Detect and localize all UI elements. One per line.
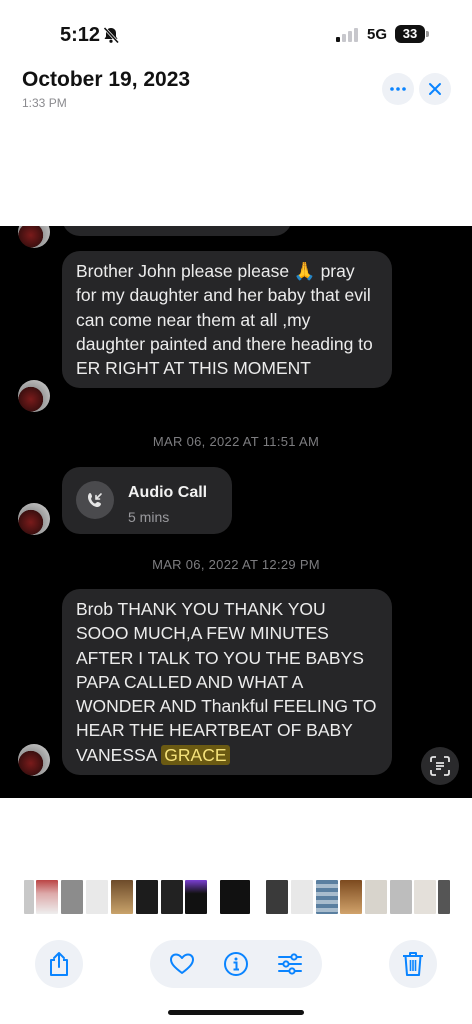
photo-actions-group [150, 940, 322, 988]
close-button[interactable] [419, 73, 451, 105]
network-label: 5G [367, 26, 388, 43]
thumbnail[interactable] [291, 880, 313, 914]
thumbnail[interactable] [438, 880, 450, 914]
info-icon[interactable] [223, 951, 249, 977]
live-text-icon [430, 756, 450, 776]
ellipsis-icon [390, 87, 406, 91]
message-text: Brob THANK YOU THANK YOU SOOO MUCH,A FEW… [76, 599, 377, 765]
message-bubble: Brother John please please 🙏 pray for my… [62, 251, 392, 389]
battery-icon: 33 [395, 25, 429, 43]
favorite-heart-icon[interactable] [169, 951, 195, 977]
close-icon [429, 83, 441, 95]
sender-avatar [18, 226, 50, 248]
thumbnail[interactable] [365, 880, 387, 914]
delete-button[interactable] [389, 940, 437, 988]
sender-avatar [18, 503, 50, 535]
audio-call-bubble: Audio Call 5 mins [62, 467, 232, 534]
battery-cap [426, 31, 429, 37]
call-icon-circle [76, 481, 114, 519]
photo-date-title: October 19, 2023 [22, 68, 191, 91]
battery-level: 33 [395, 25, 425, 43]
thumbnail[interactable] [136, 880, 158, 914]
incoming-call-icon [88, 493, 102, 507]
live-text-button[interactable] [421, 747, 459, 785]
more-options-button[interactable] [382, 73, 414, 105]
photo-viewer-screen: 5:12 5G 33 October 19, 2023 1:33 PM Brot… [0, 0, 472, 1024]
thumbnail[interactable] [24, 880, 34, 914]
home-indicator[interactable] [168, 1010, 304, 1015]
status-bar: 5:12 5G 33 [0, 0, 472, 60]
chat-timestamp: MAR 06, 2022 AT 12:29 PM [152, 557, 320, 572]
sender-avatar [18, 744, 50, 776]
call-duration: 5 mins [128, 509, 170, 525]
thumbnail[interactable] [316, 880, 338, 914]
sender-avatar [18, 380, 50, 412]
share-button[interactable] [35, 940, 83, 988]
highlighted-text[interactable]: GRACE [161, 744, 230, 765]
call-title: Audio Call [128, 484, 208, 501]
message-bubble: Brob THANK YOU THANK YOU SOOO MUCH,A FEW… [62, 589, 392, 776]
thumbnail[interactable] [86, 880, 108, 914]
status-time: 5:12 [60, 24, 101, 46]
signal-icon [336, 28, 358, 42]
thumbnail[interactable] [390, 880, 412, 914]
thumbnail[interactable] [220, 880, 250, 914]
photo-content[interactable]: Brother John please please 🙏 pray for my… [0, 226, 472, 798]
thumbnail[interactable] [266, 880, 288, 914]
previous-message-bubble-edge [62, 226, 292, 236]
adjust-sliders-icon[interactable] [277, 951, 303, 977]
thumbnail[interactable] [36, 880, 58, 914]
thumbnail[interactable] [414, 880, 436, 914]
thumbnail[interactable] [161, 880, 183, 914]
photo-time-subtitle: 1:33 PM [22, 96, 67, 110]
thumbnail[interactable] [61, 880, 83, 914]
thumbnail[interactable] [185, 880, 207, 914]
trash-icon [403, 952, 423, 976]
thumbnail[interactable] [111, 880, 133, 914]
message-text: Brother John please please 🙏 pray for my… [76, 261, 373, 379]
silent-bell-icon [103, 26, 120, 44]
thumbnail-strip[interactable] [0, 880, 472, 914]
chat-timestamp: MAR 06, 2022 AT 11:51 AM [152, 434, 320, 449]
thumbnail[interactable] [340, 880, 362, 914]
share-icon [50, 952, 68, 976]
